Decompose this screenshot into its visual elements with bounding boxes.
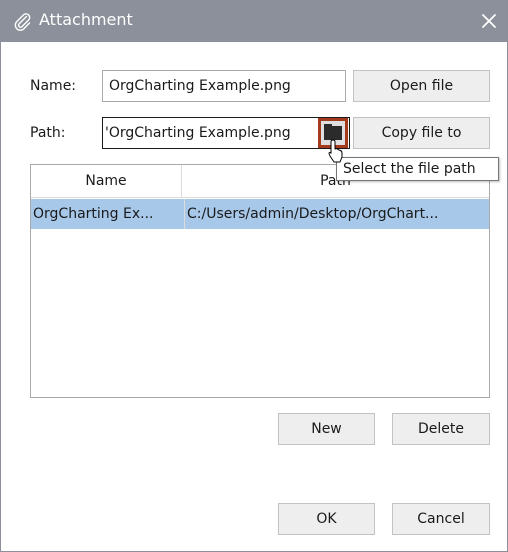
copy-file-button[interactable]: Copy file to [353, 117, 490, 149]
title-bar: Attachment [1, 1, 507, 42]
attachment-table: Name Path OrgCharting Ex... C:/Users/adm… [30, 164, 490, 398]
new-button[interactable]: New [278, 413, 375, 445]
close-icon[interactable] [475, 7, 503, 35]
column-header-name[interactable]: Name [31, 165, 182, 198]
cancel-button[interactable]: Cancel [392, 503, 490, 535]
name-label: Name: [30, 78, 77, 94]
attachment-dialog: Attachment Name: OrgCharting Example.png… [0, 0, 508, 552]
table-row[interactable]: OrgCharting Ex... C:/Users/admin/Desktop… [31, 199, 489, 229]
path-label: Path: [30, 125, 66, 141]
row-path-cell: C:/Users/admin/Desktop/OrgChart... [184, 199, 489, 229]
paperclip-icon [14, 13, 31, 31]
mouse-cursor-icon [328, 139, 343, 163]
tooltip: Select the file path [336, 157, 499, 181]
open-file-button[interactable]: Open file [353, 70, 490, 102]
window-title: Attachment [39, 10, 133, 29]
path-field[interactable]: 'OrgCharting Example.png [102, 117, 350, 149]
delete-button[interactable]: Delete [392, 413, 490, 445]
ok-button[interactable]: OK [278, 503, 375, 535]
row-name-cell: OrgCharting Ex... [33, 206, 154, 222]
name-field[interactable]: OrgCharting Example.png [102, 70, 346, 102]
